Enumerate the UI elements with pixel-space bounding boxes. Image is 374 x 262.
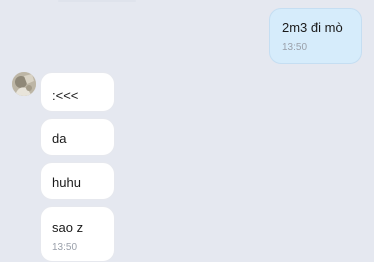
- incoming-message-bubble[interactable]: da: [40, 118, 115, 156]
- message-timestamp: 13:50: [52, 242, 78, 253]
- message-text: da: [52, 131, 67, 146]
- incoming-message-bubble[interactable]: :<<<: [40, 72, 115, 112]
- message-text: :<<<: [52, 88, 79, 103]
- incoming-message-bubble[interactable]: sao z 13:50: [40, 206, 115, 262]
- incoming-message-bubble[interactable]: huhu: [40, 162, 115, 200]
- previous-message-edge: [58, 0, 136, 2]
- outgoing-message-bubble[interactable]: 2m3 đi mò 13:50: [269, 8, 362, 64]
- avatar-photo-icon: [12, 72, 36, 96]
- message-text: 2m3 đi mò: [282, 20, 343, 35]
- message-text: sao z: [52, 220, 84, 235]
- contact-avatar[interactable]: [12, 72, 36, 96]
- message-timestamp: 13:50: [282, 42, 308, 53]
- message-text: huhu: [52, 175, 81, 190]
